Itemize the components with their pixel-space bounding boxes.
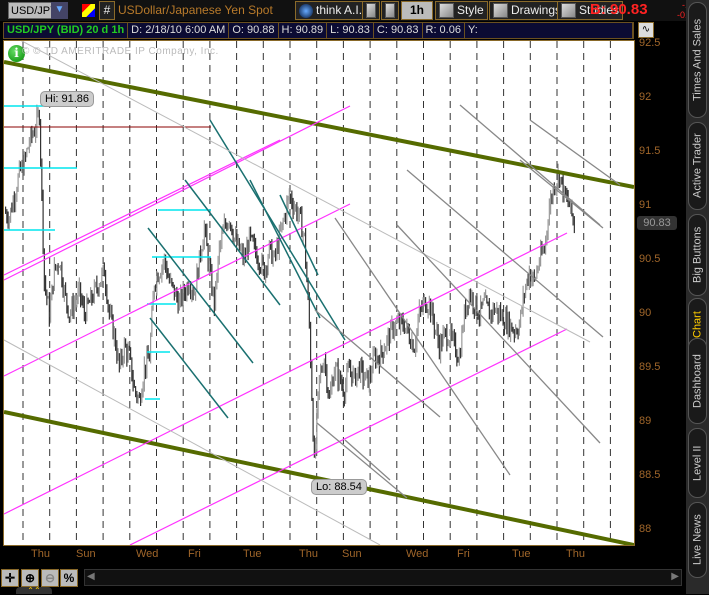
percent-button[interactable]: % <box>60 569 78 587</box>
chart-style-icon <box>439 3 454 18</box>
flask-icon <box>561 3 576 18</box>
price-tick: 90.5 <box>639 253 661 265</box>
guide-line <box>314 309 441 418</box>
tab-active-trader[interactable]: Active Trader <box>688 122 707 210</box>
drawings-button[interactable]: Drawings <box>489 1 566 20</box>
price-tick: 90 <box>639 307 652 319</box>
style-button[interactable]: Style <box>435 1 488 20</box>
date-tick: Wed <box>136 548 159 560</box>
price-tick: 89.5 <box>639 361 661 373</box>
date-tick: Thu <box>299 548 318 560</box>
guide-line <box>459 104 601 226</box>
pencil-icon <box>493 3 508 18</box>
tools-icon <box>366 3 376 18</box>
chart-info-bar: USD/JPY (BID) 20 d 1h D: 2/18/10 6:00 AM… <box>3 22 634 39</box>
fan-line <box>184 179 281 306</box>
bid-price: B: 90.83 <box>590 1 648 18</box>
bar-close: C: 90.83 <box>374 23 423 38</box>
chart-settings-icon[interactable]: ∿ <box>638 22 654 38</box>
price-tick: 89 <box>639 415 652 427</box>
chart-canvas[interactable] <box>3 39 635 547</box>
price-chart[interactable] <box>3 39 635 547</box>
price-tick: 92 <box>639 91 652 103</box>
guide-line <box>19 39 591 343</box>
date-tick: Fri <box>188 548 201 560</box>
scroll-left-icon[interactable]: ◀ <box>87 571 95 582</box>
copyright-text: © © TD AMERITRADE IP Company, Inc. <box>22 46 219 57</box>
symbol-description: USDollar/Japanese Yen Spot <box>118 3 273 17</box>
tab-dashboard[interactable]: Dashboard <box>688 338 707 424</box>
date-tick: Tue <box>512 548 531 560</box>
date-tick: Tue <box>243 548 262 560</box>
guide-line <box>396 224 601 444</box>
fan-line <box>279 194 319 276</box>
date-tick: Fri <box>457 548 470 560</box>
color-link-icon[interactable] <box>82 4 95 17</box>
tab-level-ii[interactable]: Level II <box>688 428 707 498</box>
price-tick: 88 <box>639 523 652 535</box>
top-toolbar: USD/JPY ▼ # USDollar/Japanese Yen Spot t… <box>0 0 709 21</box>
chart-scrollbar[interactable]: ◀ ▶ <box>84 569 682 586</box>
crosshair-button[interactable]: ✛ <box>1 569 19 587</box>
channel-line <box>3 139 281 276</box>
expand-panel-icon[interactable]: ⌃⌃ <box>16 587 52 595</box>
guide-line <box>519 159 604 229</box>
price-tick: 91.5 <box>639 145 661 157</box>
last-price-marker: 90.83 <box>637 216 677 230</box>
channel-line <box>3 105 351 281</box>
bar-y: Y: <box>465 23 633 38</box>
bar-date: D: 2/18/10 6:00 AM <box>128 23 230 38</box>
zoom-out-button[interactable]: ⊖ <box>41 569 59 587</box>
date-tick: Thu <box>566 548 585 560</box>
right-tab-bar: Times And Sales Active Trader Big Buttons C… <box>686 0 709 594</box>
tab-big-buttons[interactable]: Big Buttons <box>688 214 707 296</box>
price-tick: 92.5 <box>639 37 661 49</box>
price-tick: 88.5 <box>639 469 661 481</box>
guide-line <box>334 217 511 476</box>
wrench-icon <box>385 3 395 18</box>
bar-open: O: 90.88 <box>229 23 279 38</box>
drawing-tools-button[interactable] <box>362 1 380 20</box>
channel-line <box>3 203 351 377</box>
bar-low: L: 90.83 <box>327 23 374 38</box>
tab-live-news[interactable]: Live News <box>688 502 707 578</box>
major-trendline <box>3 60 635 189</box>
bar-range: R: 0.06 <box>423 23 465 38</box>
zoom-in-button[interactable]: ⊕ <box>21 569 39 587</box>
price-tick: 91 <box>639 199 652 211</box>
low-label: Lo: 88.54 <box>311 479 367 495</box>
bar-high: H: 90.89 <box>279 23 328 38</box>
think-ai-button[interactable]: think A.I. <box>295 1 367 20</box>
date-tick: Wed <box>406 548 429 560</box>
chart-title: USD/JPY (BID) 20 d 1h <box>4 23 129 38</box>
settings-button[interactable] <box>381 1 399 20</box>
interval-button[interactable]: 1h <box>401 1 433 20</box>
date-tick: Sun <box>76 548 96 560</box>
scroll-right-icon[interactable]: ▶ <box>671 571 679 582</box>
date-tick: Thu <box>31 548 50 560</box>
date-tick: Sun <box>342 548 362 560</box>
fan-line <box>149 317 229 419</box>
guide-line <box>344 439 391 481</box>
symbol-dropdown-icon[interactable]: ▼ <box>51 2 68 19</box>
high-label: Hi: 91.86 <box>40 91 95 107</box>
tab-times-and-sales[interactable]: Times And Sales <box>688 2 707 118</box>
hash-button[interactable]: # <box>99 1 115 20</box>
eye-icon <box>299 3 313 18</box>
